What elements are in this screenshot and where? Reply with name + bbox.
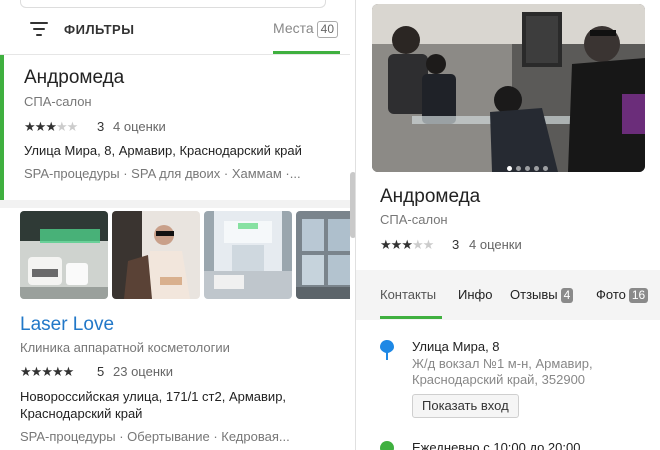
star-filled-icon: ★ — [401, 237, 413, 252]
tab-places[interactable]: Места 40 — [273, 20, 339, 38]
tab-info-label: Инфо — [458, 287, 493, 302]
rating-value: 5 — [97, 364, 105, 379]
list-item-category: СПА-салон — [24, 94, 92, 109]
list-item-address: Новороссийская улица, 171/1 ст2, Армавир… — [20, 389, 287, 421]
star-empty-icon: ★ — [55, 119, 68, 134]
photo-thumbnail[interactable] — [112, 211, 200, 299]
tab-contacts-label: Контакты — [380, 287, 437, 302]
rating-value: 3 — [97, 119, 105, 134]
star-filled-icon: ★ — [380, 237, 392, 252]
star-filled-icon: ★ — [24, 119, 36, 134]
tab-contacts-underline — [380, 316, 442, 319]
rating-count[interactable]: 4 оценки — [469, 237, 522, 252]
tab-photos-label: Фото — [596, 287, 626, 302]
reviews-count-badge: 4 — [560, 288, 574, 303]
show-entrance-button[interactable]: Показать вход — [412, 394, 519, 418]
star-filled-icon: ★ — [34, 119, 47, 134]
tab-reviews[interactable]: Отзывы 4 — [510, 287, 574, 303]
list-item-laser-love[interactable]: Laser Love Клиника аппаратной косметолог… — [0, 300, 350, 450]
star-empty-icon: ★ — [66, 119, 79, 134]
star-filled-icon: ★ — [62, 364, 75, 379]
search-box-edge — [20, 0, 326, 8]
location-pin-icon — [380, 340, 394, 360]
list-item-address: Улица Мира, 8, Армавир, Краснодарский кр… — [24, 143, 302, 158]
filter-icon[interactable] — [30, 22, 48, 36]
list-item-title[interactable]: Андромеда — [24, 67, 124, 89]
rating-stars: ★★★★★ — [380, 237, 435, 253]
star-empty-icon: ★ — [422, 237, 435, 252]
rating-value: 3 — [452, 237, 460, 252]
photo-thumbnail[interactable] — [20, 211, 108, 299]
detail-tabs: Контакты Инфо Отзывы 4 Фото 16 — [356, 270, 660, 320]
photo-thumbnail[interactable] — [296, 211, 350, 299]
rating-stars: ★★★★★ — [20, 364, 75, 380]
list-item-category: Клиника аппаратной косметологии — [20, 340, 230, 355]
tab-places-label: Места — [273, 20, 314, 36]
list-item-andromeda[interactable]: Андромеда СПА-салон ★★★★★ 3 4 оценки Ули… — [0, 55, 350, 200]
photos-count-badge: 16 — [628, 288, 649, 303]
list-item-title[interactable]: Laser Love — [20, 314, 114, 336]
tab-reviews-label: Отзывы — [510, 287, 558, 302]
filters-button[interactable]: ФИЛЬТРЫ — [64, 22, 134, 37]
photo-strip[interactable] — [20, 211, 350, 299]
list-item-tags: SPA-процедуры · SPA для двоих · Хаммам ·… — [24, 166, 301, 181]
tab-photos[interactable]: Фото 16 — [596, 287, 649, 303]
address-details: Ж/д вокзал №1 м-н, Армавир, Краснодарски… — [412, 356, 593, 387]
results-panel: ФИЛЬТРЫ Места 40 Андромеда СПА-салон ★★★★… — [0, 0, 356, 450]
list-separator — [0, 200, 350, 208]
photo-thumbnail[interactable] — [204, 211, 292, 299]
list-item-tags: SPA-процедуры · Обертывание · Кедровая..… — [20, 429, 290, 444]
working-hours: Ежедневно с 10:00 до 20:00 — [412, 440, 581, 450]
star-filled-icon: ★ — [20, 364, 32, 379]
rating-count[interactable]: 23 оценки — [113, 364, 173, 379]
details-panel: Андромеда СПА-салон ★★★★★ 3 4 оценки Кон… — [356, 0, 660, 450]
place-category: СПА-салон — [380, 212, 448, 227]
filter-bar: ФИЛЬТРЫ Места 40 — [0, 10, 350, 54]
photo-pagination[interactable] — [507, 158, 552, 172]
clock-icon — [380, 441, 394, 450]
star-filled-icon: ★ — [30, 364, 43, 379]
star-empty-icon: ★ — [411, 237, 424, 252]
star-filled-icon: ★ — [51, 364, 64, 379]
star-filled-icon: ★ — [41, 364, 53, 379]
star-filled-icon: ★ — [45, 119, 57, 134]
tab-info[interactable]: Инфо — [458, 287, 492, 302]
main-photo[interactable] — [372, 4, 645, 172]
rating-count[interactable]: 4 оценки — [113, 119, 166, 134]
place-title: Андромеда — [380, 186, 481, 207]
star-filled-icon: ★ — [390, 237, 403, 252]
places-count-badge: 40 — [316, 21, 339, 38]
tab-contacts[interactable]: Контакты — [380, 287, 436, 302]
rating-stars: ★★★★★ — [24, 119, 79, 135]
address-line: Улица Мира, 8 — [412, 339, 500, 354]
